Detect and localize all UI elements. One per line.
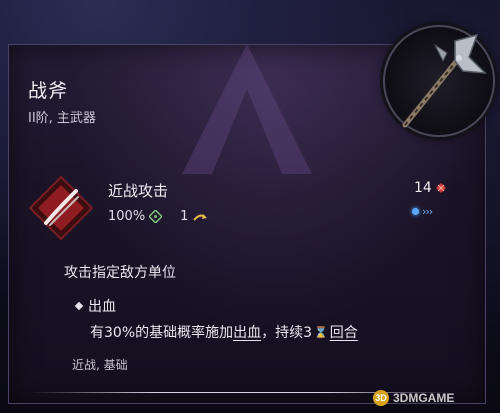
action-point-icon [435,183,446,193]
skill-name: 近战攻击 [108,182,169,200]
watermark: 3D 3DMGAME [373,390,454,406]
speed-dot-icon [412,208,419,215]
battle-axe-icon [402,33,487,128]
watermark-text: 3DMGAME [393,391,455,405]
weapon-portrait [383,25,495,137]
item-subtitle: II阶, 主武器 [28,111,96,126]
bleed-link[interactable]: 出血 [233,322,261,342]
hourglass-icon: ⌛ [314,325,328,339]
skill-tags: 近战, 基础 [72,358,128,372]
effect-header: 出血 [74,296,116,316]
bullet-diamond-icon [74,301,84,311]
effect-description: 有30%的基础概率施加 出血 ，持续3 ⌛ 回合 [90,322,358,342]
speed-chevrons-icon: ››› [422,205,433,218]
speed-indicator: ››› [412,205,433,218]
slash-attack-icon[interactable] [28,175,94,241]
rounds-link[interactable]: 回合 [330,322,358,342]
range-value: 1 [180,209,189,224]
ap-cost: 14 [414,180,447,196]
effect-text-prefix: 有30%的基础概率施加 [90,325,234,341]
accuracy-value: 100% [108,209,146,224]
effect-name: 出血 [88,299,116,315]
ap-cost-value: 14 [414,180,432,196]
panel-decoration [182,44,312,174]
item-title: 战斧 [28,80,69,102]
effect-text-duration: ，持续3 [261,325,313,341]
range-icon [193,213,208,221]
accuracy-icon [149,210,163,223]
skill-description: 攻击指定敌方单位 [64,265,176,281]
watermark-logo-icon: 3D [373,390,389,406]
skill-stats: 100% 1 [108,209,208,224]
